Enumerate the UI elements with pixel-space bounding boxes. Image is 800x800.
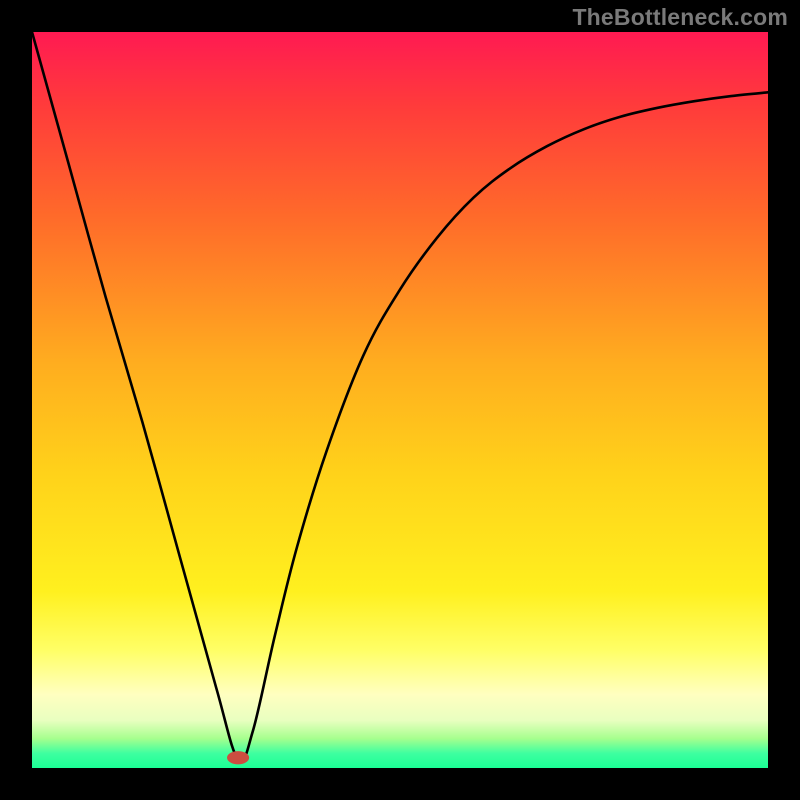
watermark-text: TheBottleneck.com	[572, 4, 788, 31]
chart-canvas	[32, 32, 768, 768]
optimum-marker	[227, 751, 249, 764]
chart-frame: TheBottleneck.com	[0, 0, 800, 800]
chart-plot-area	[32, 32, 768, 768]
gradient-background	[32, 32, 768, 768]
